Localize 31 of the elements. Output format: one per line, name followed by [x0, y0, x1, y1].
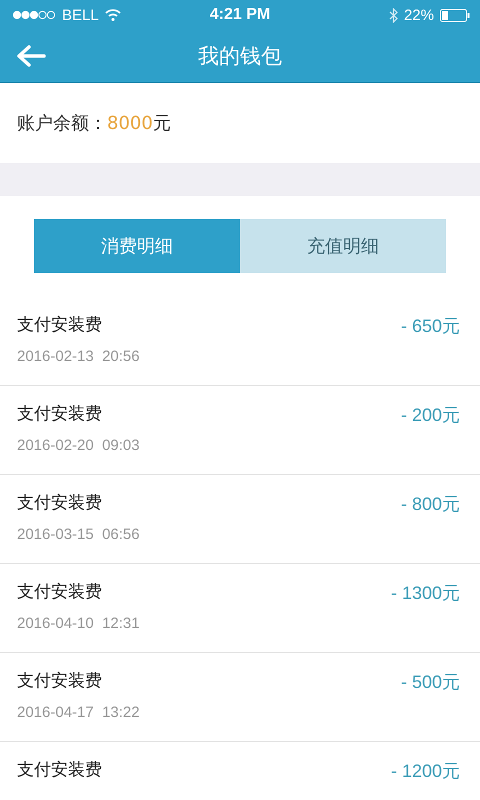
- carrier-name: BELL: [62, 6, 99, 24]
- record-title: 支付安装费: [17, 403, 103, 425]
- record-date: 2016-04-17 13:22: [17, 704, 140, 721]
- signal-icon: [12, 10, 56, 20]
- record-title: 支付安装费: [17, 314, 103, 336]
- record-amount: - 800元: [400, 493, 460, 516]
- record-amount: - 650元: [400, 315, 460, 338]
- record-title: 支付安装费: [17, 581, 103, 603]
- balance-label: 账户余额：: [17, 112, 107, 135]
- page-title: 我的钱包: [198, 43, 282, 70]
- record-date: 2016-02-20 09:03: [17, 437, 140, 454]
- record-amount: - 1300元: [390, 582, 460, 605]
- tab[interactable]: 消费明细: [34, 219, 240, 273]
- bluetooth-icon: [388, 8, 398, 22]
- record-title: 支付安装费: [17, 759, 102, 781]
- record-amount: - 1200元: [390, 760, 460, 783]
- tab[interactable]: 充值明细: [240, 219, 446, 273]
- record-title: 支付安装费: [17, 670, 103, 692]
- clock-time: 4:21 PM: [210, 6, 270, 24]
- wifi-icon: [104, 9, 121, 21]
- back-arrow-icon: [16, 45, 46, 67]
- record-date: 2016-03-15 06:56: [17, 526, 140, 543]
- battery-percent: 22%: [404, 6, 434, 24]
- record-date: 2016-04-10 12:31: [17, 615, 140, 632]
- balance-amount: 8000: [107, 112, 153, 134]
- record-amount: - 200元: [400, 404, 460, 427]
- record-amount: - 500元: [400, 671, 460, 694]
- record-title: 支付安装费: [17, 492, 103, 514]
- record-date: 2016-02-13 20:56: [17, 348, 140, 365]
- currency-unit: 元: [152, 112, 171, 135]
- battery-icon: [440, 8, 470, 22]
